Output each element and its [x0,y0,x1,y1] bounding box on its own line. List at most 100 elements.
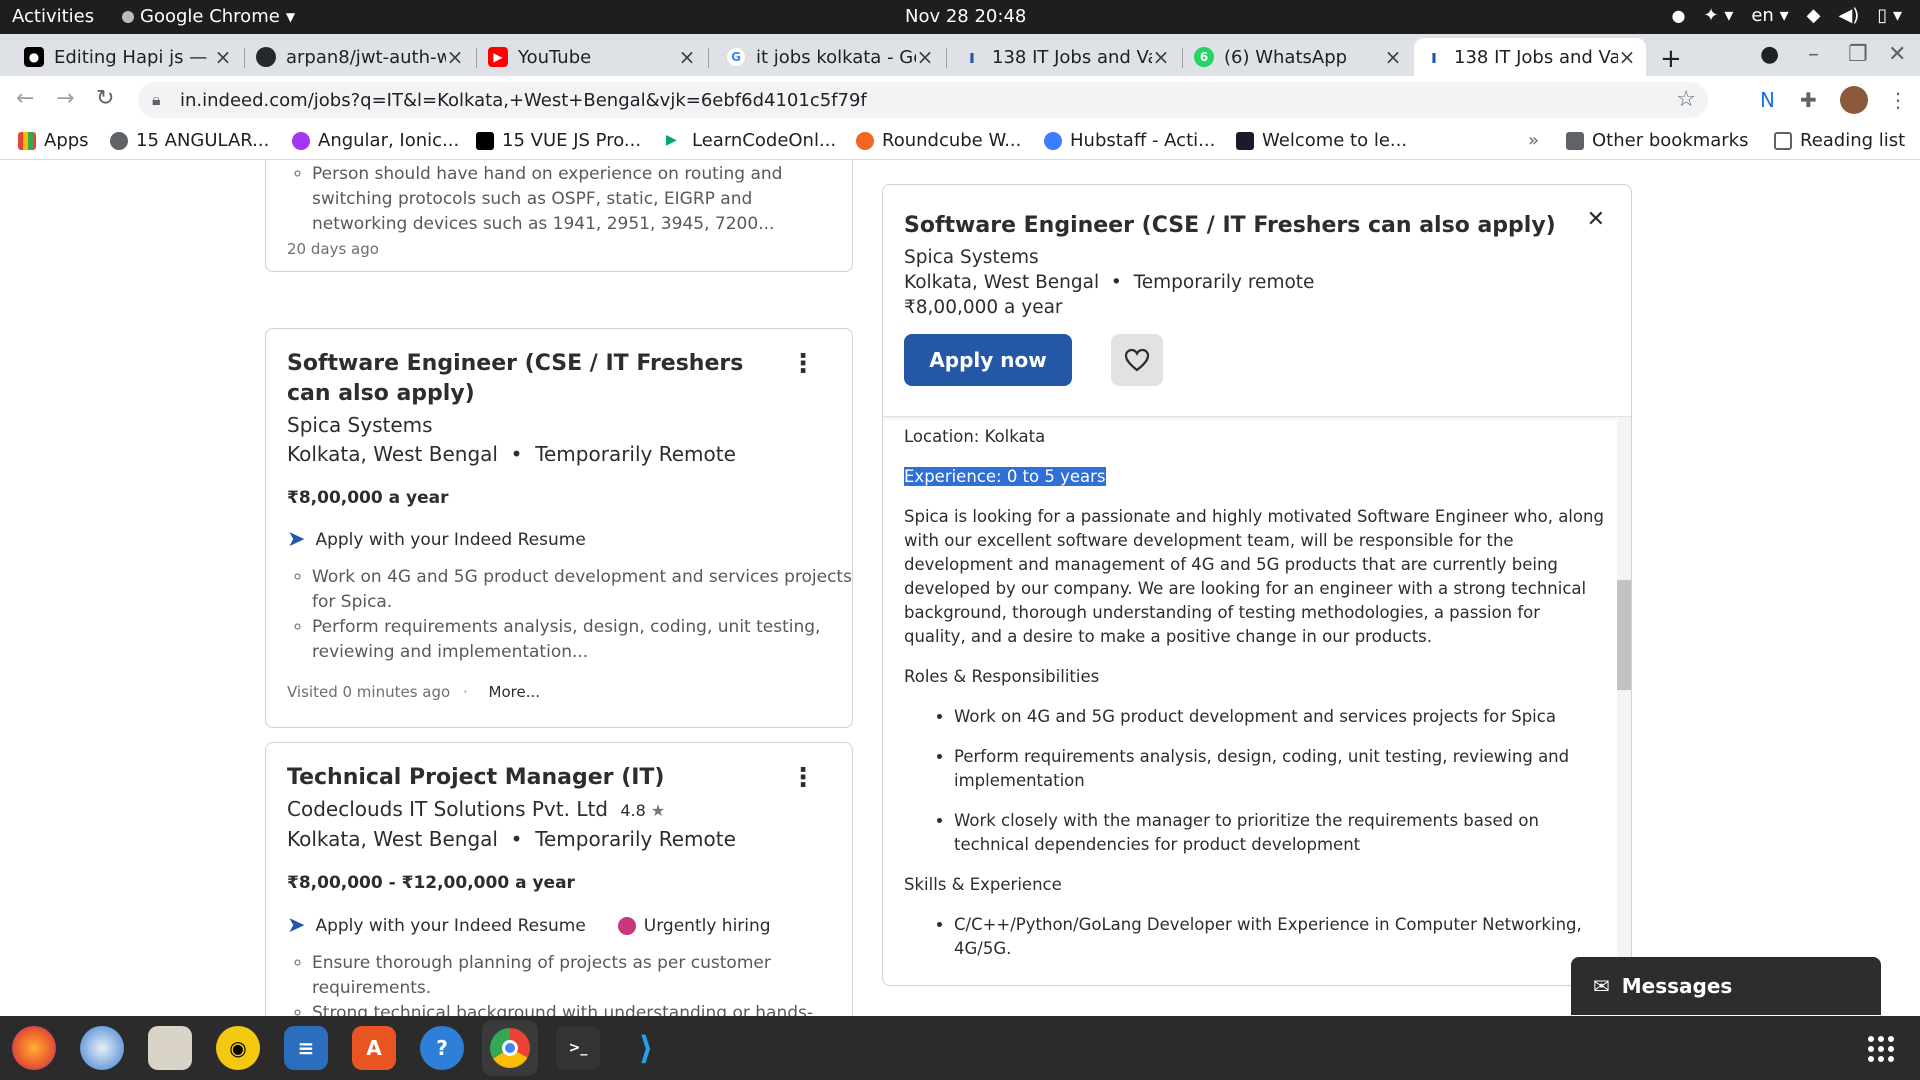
rhythmbox-icon[interactable]: ◉ [216,1026,260,1070]
close-icon[interactable]: × [446,45,464,69]
more-options-icon[interactable]: ⋮ [790,349,816,379]
url-text[interactable]: in.indeed.com/jobs?q=IT&l=Kolkata,+West+… [180,90,867,111]
detail-scrollbar[interactable] [1617,417,1631,985]
company-name[interactable]: Codeclouds IT Solutions Pvt. Ltd 4.8 ★ [287,797,665,821]
reading-list[interactable]: Reading list [1774,130,1905,151]
company-name[interactable]: Spica Systems [287,413,433,437]
more-link[interactable]: More... [489,683,541,701]
tab-search-icon[interactable]: ● [1760,42,1779,67]
role-item: Perform requirements analysis, design, c… [954,745,1604,793]
thunderbird-icon[interactable] [80,1026,124,1070]
job-title[interactable]: Software Engineer (CSE / IT Freshers can… [287,349,757,409]
maximize-icon[interactable]: ❐ [1848,42,1868,67]
writer-icon[interactable]: ≡ [284,1026,328,1070]
tab-editing-hapi[interactable]: ● Editing Hapi js — × [14,38,242,76]
show-applications-icon[interactable] [1868,1036,1894,1062]
avatar[interactable] [1840,86,1868,114]
software-center-icon[interactable]: A [352,1026,396,1070]
close-icon[interactable]: × [214,45,232,69]
folder-icon [1566,131,1584,150]
battery-icon[interactable]: ▯ ▾ [1877,5,1902,26]
chrome-icon[interactable] [482,1020,538,1076]
experience-line-selected: Experience: 0 to 5 years [904,467,1106,486]
job-card-footer: Visited 0 minutes ago · More... [287,683,541,701]
bookmark-vue[interactable]: 15 VUE JS Pro... [476,130,641,151]
clock[interactable]: Nov 28 20:48 [905,6,1026,27]
volume-icon[interactable]: ◀) [1838,5,1859,26]
close-icon[interactable]: × [1618,45,1636,69]
job-detail-salary: ₹8,00,000 a year [904,297,1063,318]
tab-whatsapp[interactable]: 6 (6) WhatsApp × [1184,38,1412,76]
bookmark-angular[interactable]: 15 ANGULAR... [110,130,269,151]
job-card-technical-project-manager[interactable]: Technical Project Manager (IT) ⋮ Codeclo… [265,742,853,1016]
back-icon[interactable]: ← [16,86,34,111]
bookmark-learncode[interactable]: ▶ LearnCodeOnl... [666,130,836,151]
bookmark-roundcube[interactable]: Roundcube W... [856,130,1021,151]
window-close-icon[interactable]: ✕ [1888,42,1906,67]
role-item: Work closely with the manager to priorit… [954,809,1604,857]
new-tab-button[interactable]: + [1660,44,1682,74]
medium-icon: ● [24,47,44,67]
job-detail-company[interactable]: Spica Systems [904,247,1039,268]
app-menu[interactable]: Google Chrome ▼ [122,6,295,27]
adonis-icon [1236,131,1254,150]
tab-youtube[interactable]: ▶ YouTube × [478,38,706,76]
forward-icon[interactable]: → [56,86,74,111]
close-icon[interactable]: ✕ [1587,207,1605,232]
detail-scrollbar-thumb[interactable] [1617,580,1631,690]
tab-indeed-active[interactable]: ı 138 IT Jobs and Va × [1414,38,1646,76]
firefox-icon[interactable] [12,1026,56,1070]
tab-indeed-1[interactable]: ı 138 IT Jobs and Va × [952,38,1180,76]
description-paragraph: Spica is looking for a passionate and hi… [904,507,1604,646]
close-icon[interactable]: × [678,45,696,69]
other-bookmarks[interactable]: Other bookmarks [1566,130,1748,151]
close-icon[interactable]: × [1384,45,1402,69]
extension-icon[interactable]: N [1760,88,1775,112]
more-menu-icon[interactable]: ⋮ [1888,88,1908,112]
bookmarks-overflow-chevron[interactable]: » [1528,130,1539,151]
activities-button[interactable]: Activities [12,6,94,27]
language-indicator[interactable]: en ▾ [1751,5,1788,26]
tab-github[interactable]: arpan8/jwt-auth-w × [246,38,474,76]
minimize-icon[interactable]: – [1808,42,1819,67]
more-options-icon[interactable]: ⋮ [790,763,816,793]
urgently-hiring-badge: Urgently hiring [617,916,771,936]
bookmark-angular-ionic[interactable]: Angular, Ionic... [292,130,459,151]
job-location: Kolkata, West Bengal • Temporarily Remot… [287,827,736,851]
puzzle-icon[interactable]: ✚ [1800,88,1817,112]
bookmark-welcome[interactable]: Welcome to le... [1236,130,1407,151]
reload-icon[interactable]: ↻ [96,86,114,111]
close-icon[interactable]: × [916,45,934,69]
page-content: Person should have hand on experience on… [0,160,1920,1016]
whatsapp-icon: 6 [1194,47,1214,67]
dock: ◉ ≡ A ? >_ ⟩ [0,1016,1920,1080]
terminal-icon[interactable]: >_ [556,1026,600,1070]
job-snippet-bullet: Strong technical background with underst… [312,1001,862,1016]
job-title[interactable]: Technical Project Manager (IT) [287,763,665,793]
bookmark-apps[interactable]: Apps [18,130,89,151]
files-icon[interactable] [148,1026,192,1070]
lock-icon[interactable]: 🔒︎ [152,90,161,110]
close-icon[interactable]: × [1152,45,1170,69]
save-job-button[interactable] [1111,334,1163,386]
indeed-icon: ı [968,46,976,68]
roundcube-icon [856,131,874,150]
message-icon: ✉ [1593,974,1610,998]
job-card-software-engineer[interactable]: Software Engineer (CSE / IT Freshers can… [265,328,853,728]
play-icon: ▶ [666,131,684,150]
address-bar[interactable]: 🔒︎ in.indeed.com/jobs?q=IT&l=Kolkata,+We… [138,82,1708,118]
wifi-icon[interactable]: ◆ [1807,5,1821,26]
accessibility-icon[interactable]: ✦ ▾ [1704,5,1734,26]
messages-button[interactable]: ✉ Messages [1571,957,1881,1015]
bookmark-hubstaff[interactable]: Hubstaff - Acti... [1044,130,1215,151]
system-tray[interactable]: ● ✦ ▾ en ▾ ◆ ◀) ▯ ▾ [1672,5,1902,26]
notification-icon[interactable]: ● [1672,6,1686,25]
apply-now-button[interactable]: Apply now [904,334,1072,386]
bookmark-star-icon[interactable]: ☆ [1676,87,1696,112]
vscode-icon[interactable]: ⟩ [624,1026,668,1070]
system-top-bar: Activities Google Chrome ▼ Nov 28 20:48 … [0,0,1920,34]
job-snippet-bullet: Work on 4G and 5G product development an… [312,565,862,615]
job-card-previous[interactable]: Person should have hand on experience on… [265,160,853,272]
help-icon[interactable]: ? [420,1026,464,1070]
tab-google-search[interactable]: G it jobs kolkata - Go × [716,38,944,76]
